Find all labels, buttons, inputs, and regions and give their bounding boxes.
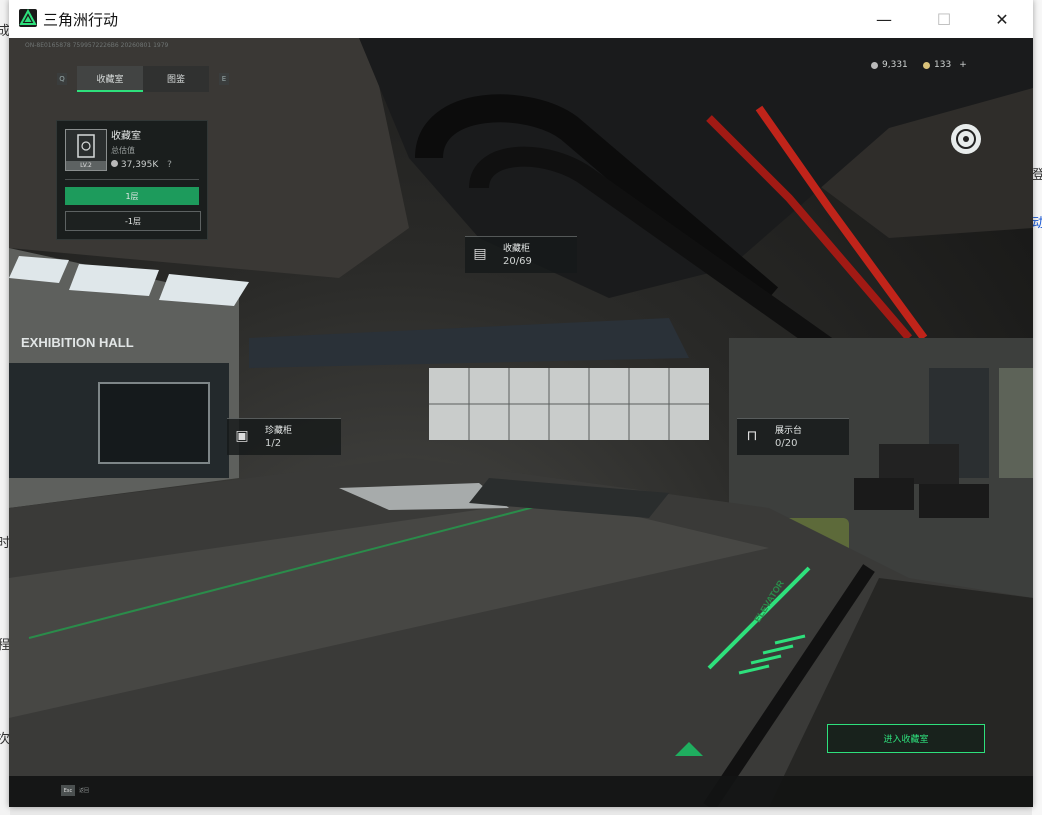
- add-currency-button[interactable]: +: [959, 60, 967, 70]
- tab-prev-key[interactable]: Q: [57, 73, 67, 85]
- cabinet-icon: ▤: [473, 246, 487, 262]
- bottom-bar: Esc 返回: [9, 776, 1033, 807]
- room-level: LV.2: [66, 161, 106, 170]
- label-count: 1/2: [265, 438, 282, 449]
- esc-label: 返回: [79, 788, 90, 794]
- bg-glyph: 动: [1032, 216, 1042, 231]
- total-valuation-value: 37,395K: [120, 160, 159, 170]
- gold-coin-icon: [923, 61, 930, 69]
- currency-silver: 9,331: [871, 60, 908, 70]
- tab-bar: Q 收藏室 图鉴 E: [57, 66, 229, 92]
- label-count: 0/20: [775, 438, 798, 449]
- maximize-button[interactable]: ☐: [921, 0, 967, 38]
- currency-gold-value: 133: [934, 60, 952, 70]
- help-icon[interactable]: ?: [167, 160, 172, 170]
- room-level-badge: LV.2: [65, 129, 107, 171]
- esc-key[interactable]: Esc: [61, 785, 75, 796]
- game-window: 三角洲行动 — ☐ ✕ EXHIBITION HALL ELEVATOR ON-…: [9, 0, 1033, 807]
- tab-codex[interactable]: 图鉴: [143, 66, 209, 92]
- room-title: 收藏室: [111, 131, 141, 142]
- label-count: 20/69: [503, 256, 532, 267]
- game-viewport[interactable]: EXHIBITION HALL ELEVATOR ON-8E0165878 75…: [9, 38, 1033, 807]
- settings-button[interactable]: [951, 124, 981, 154]
- close-button[interactable]: ✕: [979, 0, 1025, 38]
- total-valuation-label: 总估值: [111, 146, 135, 155]
- label-display-stand[interactable]: ⊓ 展示台 0/20: [737, 418, 849, 455]
- disc-icon: [956, 129, 976, 149]
- trophy-cabinet-icon: [77, 134, 95, 158]
- exhibition-hall-sign: EXHIBITION HALL: [21, 335, 134, 350]
- tab-collection-room[interactable]: 收藏室: [77, 66, 143, 92]
- window-title: 三角洲行动: [43, 11, 119, 29]
- coin-icon: [111, 160, 118, 167]
- treasure-cabinet-icon: ▣: [235, 428, 249, 444]
- total-valuation: 37,395K ?: [111, 160, 172, 170]
- tab-next-key[interactable]: E: [219, 73, 229, 85]
- title-bar: 三角洲行动 — ☐ ✕: [9, 0, 1033, 38]
- enter-collection-room-button[interactable]: 进入收藏室: [827, 724, 985, 753]
- bg-glyph: 登: [1032, 168, 1042, 183]
- divider: [65, 179, 199, 180]
- label-name: 收藏柜: [503, 244, 531, 254]
- room-info-panel: LV.2 收藏室 总估值 37,395K ? 1层 -1层: [56, 120, 208, 240]
- display-stand-icon: ⊓: [746, 428, 758, 444]
- label-treasure-cabinet[interactable]: ▣ 珍藏柜 1/2: [227, 418, 341, 455]
- silver-coin-icon: [871, 61, 878, 69]
- currency-gold: 133 +: [923, 60, 967, 70]
- session-id: ON-8E0165878 7599572226B6 20260801 1979: [25, 42, 169, 49]
- background-page-right: 登 动: [1032, 0, 1042, 815]
- minimize-button[interactable]: —: [861, 0, 907, 38]
- floor-1-button[interactable]: 1层: [65, 187, 199, 205]
- label-name: 展示台: [775, 426, 803, 436]
- app-logo-icon: [19, 8, 37, 27]
- label-collection-cabinet[interactable]: ▤ 收藏柜 20/69: [465, 236, 577, 273]
- currency-silver-value: 9,331: [882, 60, 908, 70]
- floor-minus-1-button[interactable]: -1层: [65, 211, 201, 231]
- label-name: 珍藏柜: [265, 426, 293, 436]
